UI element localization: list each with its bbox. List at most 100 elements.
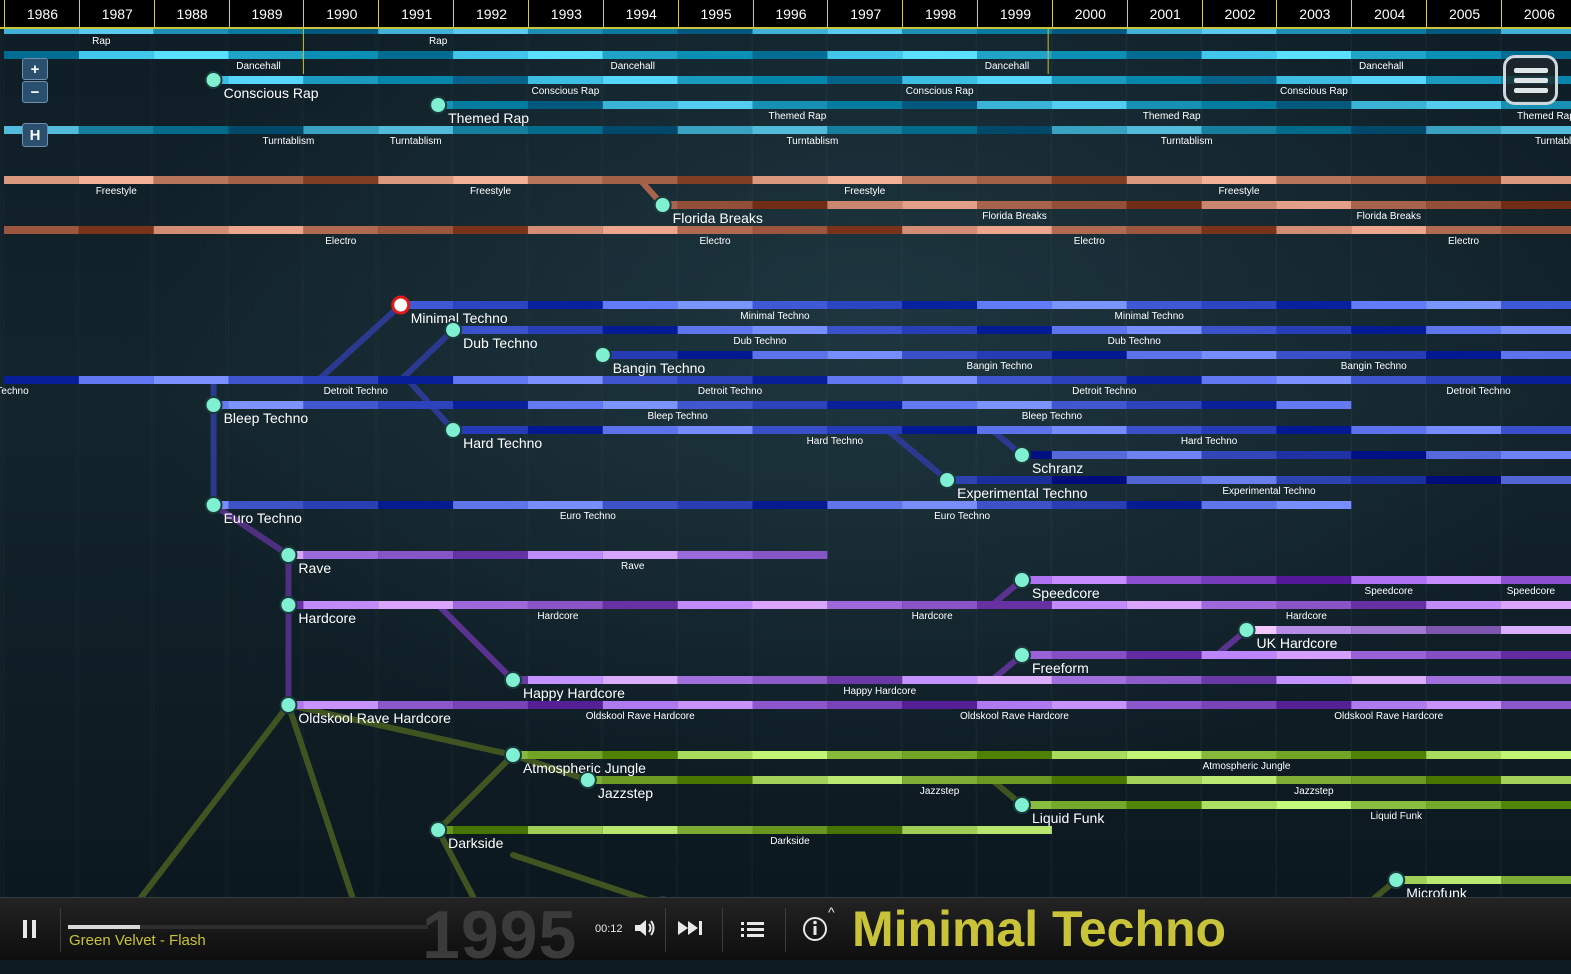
genre-name-label[interactable]: UK Hardcore [1257, 635, 1338, 651]
timeline-year[interactable]: 1994 [602, 0, 679, 27]
genre-bar-segment[interactable] [827, 51, 903, 59]
genre-bar-segment[interactable] [1351, 301, 1427, 309]
genre-bar-segment[interactable] [677, 676, 753, 684]
genre-bar-segment[interactable] [453, 551, 528, 559]
genre-bar-segment[interactable] [1051, 351, 1127, 359]
menu-button[interactable] [1503, 55, 1558, 105]
genre-bar-segment[interactable] [602, 76, 678, 84]
genre-node[interactable] [204, 496, 223, 514]
genre-bar-segment[interactable] [827, 101, 903, 109]
genre-bar-segment[interactable] [153, 226, 229, 234]
genre-bar-segment[interactable] [1051, 676, 1127, 684]
genre-bar-segment[interactable] [602, 676, 678, 684]
genre-bar-segment[interactable] [303, 501, 379, 509]
genre-bar-segment[interactable] [1351, 201, 1427, 209]
genre-bar-segment[interactable] [1276, 76, 1352, 84]
genre-bar-segment[interactable] [602, 701, 678, 709]
genre-bar-segment[interactable] [1351, 751, 1427, 759]
genre-bar-segment[interactable] [752, 701, 828, 709]
genre-name-label[interactable]: Oldskool Rave Hardcore [298, 710, 451, 726]
playlist-button[interactable] [740, 920, 766, 943]
genre-bar-segment[interactable] [677, 701, 753, 709]
genre-bar-segment[interactable] [1276, 576, 1352, 584]
genre-bar-segment[interactable] [752, 51, 828, 59]
genre-bar-segment[interactable] [1501, 376, 1571, 384]
genre-bar-segment[interactable] [827, 301, 903, 309]
genre-bar-segment[interactable] [977, 826, 1052, 834]
genre-bar-segment[interactable] [1426, 76, 1501, 84]
genre-bar-segment[interactable] [303, 376, 379, 384]
genre-bar-segment[interactable] [378, 176, 454, 184]
genre-bar-segment[interactable] [902, 676, 978, 684]
genre-bar-segment[interactable] [977, 76, 1052, 84]
genre-bar-segment[interactable] [453, 301, 528, 309]
genre-map[interactable]: Rap Rap Dancehall Dancehall Dancehall Danceha… [0, 0, 1571, 897]
genre-bar-segment[interactable] [827, 601, 903, 609]
genre-bar-segment[interactable] [977, 351, 1052, 359]
genre-node[interactable] [429, 96, 448, 114]
genre-bar-segment[interactable] [527, 76, 603, 84]
genre-bar-segment[interactable] [977, 501, 1052, 509]
genre-bar-segment[interactable] [977, 326, 1052, 334]
genre-bar-segment[interactable] [902, 201, 978, 209]
zoom-out-button[interactable]: − [22, 81, 48, 103]
genre-bar-segment[interactable] [1126, 376, 1202, 384]
genre-bar-segment[interactable] [1276, 351, 1352, 359]
genre-bar-segment[interactable] [78, 376, 154, 384]
genre-bar-segment[interactable] [827, 76, 903, 84]
genre-bar-segment[interactable] [1351, 426, 1427, 434]
genre-node[interactable] [1012, 446, 1031, 464]
genre-bar-segment[interactable] [1126, 776, 1202, 784]
genre-bar-segment[interactable] [1126, 76, 1202, 84]
genre-bar-segment[interactable] [1501, 126, 1571, 134]
genre-bar-segment[interactable] [1501, 676, 1571, 684]
timeline-year[interactable]: 1989 [228, 0, 305, 27]
genre-bar-segment[interactable] [453, 401, 528, 409]
genre-bar-segment[interactable] [1501, 751, 1571, 759]
genre-bar-segment[interactable] [1126, 126, 1202, 134]
genre-bar-segment[interactable] [1126, 651, 1202, 659]
genre-node[interactable] [1012, 646, 1031, 664]
genre-bar-segment[interactable] [153, 376, 229, 384]
timeline-year[interactable]: 1991 [378, 0, 454, 27]
genre-bar-segment[interactable] [752, 201, 828, 209]
genre-bar-segment[interactable] [1201, 576, 1277, 584]
genre-node[interactable] [1237, 621, 1256, 639]
genre-bar-segment[interactable] [1351, 701, 1427, 709]
genre-bar-segment[interactable] [977, 751, 1052, 759]
genre-bar-segment[interactable] [1276, 651, 1352, 659]
genre-bar-segment[interactable] [527, 301, 603, 309]
genre-bar-segment[interactable] [1501, 176, 1571, 184]
genre-bar-segment[interactable] [527, 126, 603, 134]
genre-bar-segment[interactable] [902, 51, 978, 59]
genre-bar-segment[interactable] [1351, 326, 1427, 334]
genre-bar-segment[interactable] [78, 126, 154, 134]
genre-bar-segment[interactable] [228, 401, 304, 409]
genre-bar-segment[interactable] [752, 101, 828, 109]
genre-bar-segment[interactable] [1351, 801, 1427, 809]
genre-bar-segment[interactable] [1351, 51, 1427, 59]
genre-bar-segment[interactable] [677, 201, 753, 209]
genre-bar-segment[interactable] [602, 501, 678, 509]
genre-bar-segment[interactable] [827, 776, 903, 784]
genre-bar-segment[interactable] [228, 501, 304, 509]
genre-name-label[interactable]: Florida Breaks [673, 210, 763, 226]
genre-bar-segment[interactable] [527, 101, 603, 109]
genre-bar-segment[interactable] [1501, 226, 1571, 234]
genre-bar-segment[interactable] [602, 126, 678, 134]
genre-bar-segment[interactable] [1051, 801, 1127, 809]
genre-bar-segment[interactable] [1501, 351, 1571, 359]
info-expand-caret[interactable]: ^ [828, 904, 835, 920]
genre-bar-segment[interactable] [1126, 51, 1202, 59]
genre-node[interactable] [503, 746, 522, 764]
genre-bar-segment[interactable] [1426, 101, 1501, 109]
genre-bar-segment[interactable] [602, 301, 678, 309]
timeline-year[interactable]: 2000 [1051, 0, 1128, 27]
genre-bar-segment[interactable] [1426, 476, 1501, 484]
genre-bar-segment[interactable] [1126, 801, 1202, 809]
genre-bar-segment[interactable] [752, 226, 828, 234]
genre-bar-segment[interactable] [752, 351, 828, 359]
genre-bar-segment[interactable] [1051, 451, 1127, 459]
genre-name-label[interactable]: Rave [298, 560, 331, 576]
genre-bar-segment[interactable] [78, 176, 154, 184]
